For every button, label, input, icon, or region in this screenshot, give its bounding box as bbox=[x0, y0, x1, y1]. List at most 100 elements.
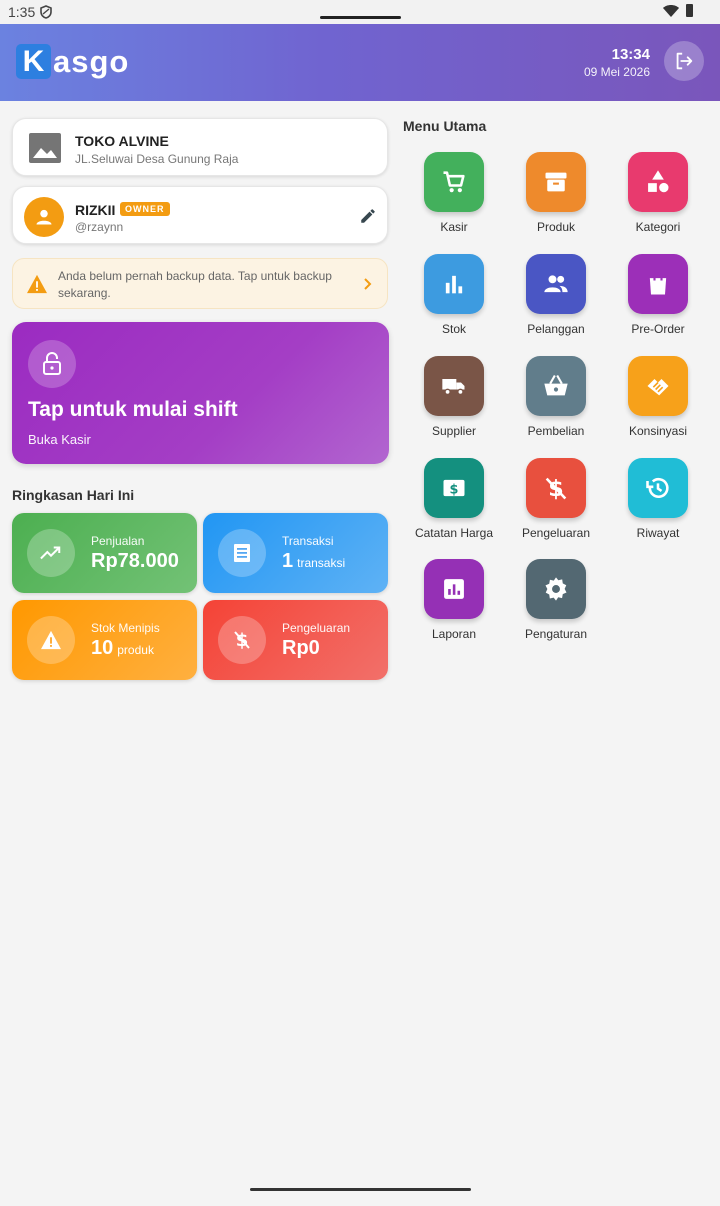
shapes-icon bbox=[648, 170, 669, 193]
summary-title: Ringkasan Hari Ini bbox=[12, 487, 135, 503]
menu-tile bbox=[628, 152, 688, 212]
bar-chart-icon bbox=[445, 275, 463, 294]
expenses-value: Rp0 bbox=[282, 637, 320, 659]
user-card: RIZKII OWNER @rzaynn bbox=[12, 186, 388, 244]
menu-item-laporan[interactable]: Laporan bbox=[404, 559, 504, 651]
shield-icon bbox=[40, 5, 52, 19]
transactions-stat-card[interactable]: Transaksi 1 transaksi bbox=[203, 513, 388, 593]
menu-item-catatan-harga[interactable]: $ Catatan Harga bbox=[404, 458, 504, 550]
money-off-icon: $ bbox=[545, 476, 567, 502]
store-card[interactable]: TOKO ALVINE JL.Seluwai Desa Gunung Raja bbox=[12, 118, 388, 176]
transactions-value: 1 bbox=[282, 550, 294, 572]
low-stock-value-row: 10 produk bbox=[91, 637, 154, 660]
user-name: RIZKII bbox=[75, 202, 116, 218]
transactions-unit: transaksi bbox=[297, 556, 346, 570]
home-indicator bbox=[250, 1188, 471, 1191]
handshake-icon bbox=[647, 379, 669, 396]
menu-tile bbox=[628, 458, 688, 518]
menu-tile bbox=[424, 254, 484, 314]
logo-text: asgo bbox=[53, 43, 130, 79]
role-badge: OWNER bbox=[120, 202, 170, 216]
header-clock: 13:34 09 Mei 2026 bbox=[584, 46, 650, 79]
menu-item-pelanggan[interactable]: Pelanggan bbox=[506, 254, 606, 346]
menu-item-supplier[interactable]: Supplier bbox=[404, 356, 504, 448]
avatar bbox=[24, 197, 64, 237]
menu-item-pre-order[interactable]: Pre-Order bbox=[608, 254, 708, 346]
menu-tile bbox=[628, 254, 688, 314]
sales-stat-card[interactable]: Penjualan Rp78.000 bbox=[12, 513, 197, 593]
header-date: 09 Mei 2026 bbox=[583, 65, 650, 79]
warning-icon bbox=[27, 616, 75, 664]
menu-item-label: Kasir bbox=[440, 220, 468, 234]
menu-tile bbox=[526, 559, 586, 619]
cart-icon bbox=[443, 171, 465, 193]
chevron-right-icon bbox=[364, 278, 372, 290]
kasgo-logo: K asgo bbox=[16, 43, 129, 80]
transactions-value-row: 1 transaksi bbox=[282, 550, 345, 573]
low-stock-value: 10 bbox=[91, 637, 114, 659]
menu-item-pembelian[interactable]: Pembelian bbox=[506, 356, 606, 448]
expenses-label: Pengeluaran bbox=[282, 621, 351, 635]
menu-item-pengeluaran[interactable]: $ Pengeluaran bbox=[506, 458, 606, 550]
svg-text:$: $ bbox=[450, 482, 459, 497]
menu-item-riwayat[interactable]: Riwayat bbox=[608, 458, 708, 550]
backup-notice[interactable]: Anda belum pernah backup data. Tap untuk… bbox=[12, 258, 388, 309]
low-stock-unit: produk bbox=[117, 643, 154, 657]
report-icon bbox=[444, 579, 464, 599]
menu-title: Menu Utama bbox=[403, 118, 487, 134]
app-header: K asgo 13:34 09 Mei 2026 bbox=[0, 24, 720, 101]
status-bar: 1:35 bbox=[0, 0, 720, 24]
menu-item-label: Supplier bbox=[431, 424, 477, 438]
edit-icon[interactable] bbox=[359, 207, 377, 225]
menu-item-produk[interactable]: Produk bbox=[506, 152, 606, 244]
store-address: JL.Seluwai Desa Gunung Raja bbox=[75, 152, 239, 166]
lock-open-icon bbox=[28, 340, 76, 388]
menu-tile bbox=[628, 356, 688, 416]
shift-subtitle: Buka Kasir bbox=[28, 432, 91, 447]
header-time: 13:34 bbox=[611, 46, 650, 63]
menu-item-label: Pre-Order bbox=[631, 322, 685, 336]
logout-button[interactable] bbox=[664, 41, 704, 81]
menu-item-kasir[interactable]: Kasir bbox=[404, 152, 504, 244]
low-stock-stat-card[interactable]: Stok Menipis 10 produk bbox=[12, 600, 197, 680]
menu-item-label: Produk bbox=[536, 220, 576, 234]
menu-item-label: Laporan bbox=[431, 627, 477, 641]
backup-message: Anda belum pernah backup data. Tap untuk… bbox=[58, 269, 332, 300]
menu-item-label: Catatan Harga bbox=[414, 526, 494, 540]
menu-item-label: Pengeluaran bbox=[521, 526, 591, 540]
status-time: 1:35 bbox=[8, 4, 36, 20]
sales-label: Penjualan bbox=[91, 534, 145, 548]
menu-tile: $ bbox=[424, 458, 484, 518]
menu-item-stok[interactable]: Stok bbox=[404, 254, 504, 346]
menu-item-kategori[interactable]: Kategori bbox=[608, 152, 708, 244]
logout-icon bbox=[676, 52, 693, 70]
logo-mark: K bbox=[16, 44, 51, 79]
expenses-stat-card[interactable]: $ Pengeluaran Rp0 bbox=[203, 600, 388, 680]
menu-item-konsinyasi[interactable]: Konsinyasi bbox=[608, 356, 708, 448]
battery-icon bbox=[686, 4, 693, 17]
start-shift-card[interactable]: Tap untuk mulai shift Buka Kasir bbox=[12, 322, 389, 464]
menu-item-label: Konsinyasi bbox=[628, 424, 688, 438]
history-icon bbox=[646, 477, 669, 499]
archive-icon bbox=[545, 172, 567, 192]
menu-item-label: Riwayat bbox=[636, 526, 680, 540]
shift-title: Tap untuk mulai shift bbox=[28, 398, 238, 421]
gear-icon bbox=[545, 577, 567, 601]
money-off-icon: $ bbox=[218, 616, 266, 664]
price-tag-icon: $ bbox=[443, 479, 465, 497]
menu-tile bbox=[424, 356, 484, 416]
sales-value: Rp78.000 bbox=[91, 550, 179, 572]
menu-tile bbox=[424, 152, 484, 212]
menu-item-pengaturan[interactable]: Pengaturan bbox=[506, 559, 606, 651]
person-icon bbox=[36, 209, 52, 225]
menu-item-label: Kategori bbox=[635, 220, 681, 234]
camera-notch bbox=[320, 16, 401, 19]
menu-tile bbox=[424, 559, 484, 619]
menu-tile: $ bbox=[526, 458, 586, 518]
menu-tile bbox=[526, 152, 586, 212]
warning-icon bbox=[27, 274, 47, 294]
menu-item-label: Stok bbox=[441, 322, 466, 336]
user-handle: @rzaynn bbox=[75, 220, 124, 234]
store-image-icon bbox=[29, 133, 61, 163]
menu-item-label: Pembelian bbox=[527, 424, 585, 438]
